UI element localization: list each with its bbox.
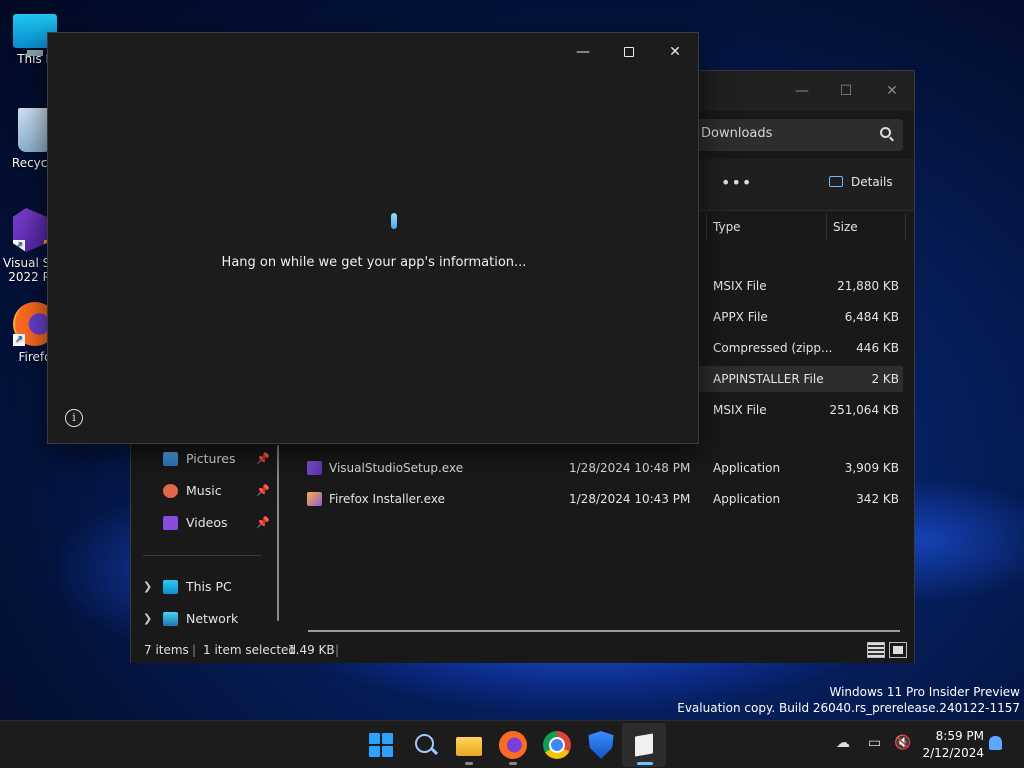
firefox-taskbar-icon[interactable]	[499, 731, 527, 759]
file-type: Compressed (zipp...	[713, 341, 833, 355]
file-name: Firefox Installer.exe	[329, 492, 445, 506]
search-icon[interactable]	[412, 731, 440, 759]
explorer-minimize-button[interactable]: —	[779, 77, 825, 105]
clock-date: 2/12/2024	[922, 746, 984, 760]
nav-label: Music	[186, 483, 222, 498]
explorer-close-button[interactable]: ✕	[869, 77, 915, 105]
chevron-right-icon[interactable]: ❯	[143, 573, 152, 601]
music-icon	[163, 484, 178, 498]
taskbar: ☁ ▭ 🔇 8:59 PM 2/12/2024	[0, 720, 1024, 768]
file-type: APPINSTALLER File	[713, 372, 824, 386]
file-date: 1/28/2024 10:48 PM	[569, 461, 691, 475]
column-header-size[interactable]: Size	[826, 214, 906, 240]
file-row[interactable]: Firefox Installer.exe 1/28/2024 10:43 PM…	[301, 486, 903, 512]
pin-icon[interactable]: 📌	[256, 445, 270, 473]
nav-label: This PC	[186, 579, 232, 594]
status-selected: 1 item selected	[203, 643, 297, 657]
notification-bell-icon[interactable]	[989, 736, 1002, 750]
file-size: 342 KB	[856, 492, 899, 506]
details-pane-icon	[829, 176, 843, 187]
large-icons-view-button[interactable]	[889, 642, 907, 658]
nav-scrollbar[interactable]	[277, 445, 279, 621]
app-installer-taskbar-icon[interactable]	[630, 731, 658, 759]
network-icon	[163, 612, 178, 626]
network-status-icon[interactable]: ▭	[868, 735, 881, 751]
file-size: 446 KB	[856, 341, 899, 355]
status-selected-size: 1.49 KB	[288, 643, 335, 657]
security-shield-taskbar-icon[interactable]	[588, 731, 614, 759]
nav-item-pictures[interactable]: Pictures 📌	[141, 445, 271, 473]
nav-item-this-pc[interactable]: ❯ This PC	[141, 573, 271, 601]
clock-time: 8:59 PM	[935, 729, 984, 743]
loading-message: Hang on while we get your app's informat…	[221, 255, 527, 270]
status-separator: |	[192, 643, 197, 657]
shortcut-arrow-icon: ↗	[13, 334, 25, 346]
nav-item-network[interactable]: ❯ Network	[141, 605, 271, 633]
chrome-taskbar-icon[interactable]	[543, 731, 571, 759]
watermark-edition: Windows 11 Pro Insider Preview	[829, 685, 1020, 699]
maximize-icon	[624, 47, 634, 57]
address-current-folder: Downloads	[701, 126, 773, 141]
info-icon[interactable]: i	[65, 409, 83, 427]
firefox-installer-file-icon	[307, 492, 322, 506]
dialog-minimize-button[interactable]: —	[560, 37, 606, 67]
file-size: 6,484 KB	[844, 310, 899, 324]
nav-item-music[interactable]: Music 📌	[141, 477, 271, 505]
videos-icon	[163, 516, 178, 530]
start-button[interactable]	[367, 731, 395, 759]
volume-muted-icon[interactable]: 🔇	[894, 735, 911, 751]
nav-label: Pictures	[186, 451, 236, 466]
file-size: 251,064 KB	[829, 403, 899, 417]
running-indicator	[465, 762, 473, 765]
chevron-right-icon[interactable]: ❯	[143, 605, 152, 633]
system-clock[interactable]: 8:59 PM 2/12/2024	[920, 728, 984, 762]
pictures-icon	[163, 452, 178, 466]
this-pc-icon	[163, 580, 178, 594]
pin-icon[interactable]: 📌	[256, 509, 270, 537]
evaluation-watermark: Windows 11 Pro Insider Preview Evaluatio…	[677, 684, 1020, 716]
status-separator: |	[335, 643, 340, 657]
details-pane-button[interactable]: Details	[829, 175, 893, 189]
dialog-maximize-button[interactable]	[606, 37, 652, 67]
address-bar[interactable]: Downloads	[691, 119, 903, 151]
shortcut-arrow-icon: ↗	[13, 240, 25, 252]
file-row[interactable]: VisualStudioSetup.exe 1/28/2024 10:48 PM…	[301, 455, 903, 481]
cloud-offline-icon[interactable]: ☁	[836, 735, 850, 751]
app-installer-dialog: — ✕ Hang on while we get your app's info…	[47, 32, 699, 444]
nav-label: Videos	[186, 515, 228, 530]
nav-item-videos[interactable]: Videos 📌	[141, 509, 271, 537]
horizontal-scrollbar[interactable]	[308, 630, 900, 632]
details-view-button[interactable]	[867, 642, 885, 658]
nav-label: Network	[186, 611, 239, 626]
file-explorer-taskbar-icon[interactable]	[455, 731, 483, 759]
search-icon[interactable]	[880, 127, 891, 138]
loading-spinner-icon	[391, 213, 397, 229]
column-header-type[interactable]: Type	[706, 214, 826, 240]
file-type: MSIX File	[713, 403, 767, 417]
file-size: 3,909 KB	[844, 461, 899, 475]
watermark-build: Evaluation copy. Build 26040.rs_prerelea…	[677, 701, 1020, 715]
nav-divider	[143, 555, 261, 556]
file-type: MSIX File	[713, 279, 767, 293]
see-more-button[interactable]: •••	[721, 173, 752, 192]
file-type: APPX File	[713, 310, 768, 324]
explorer-maximize-button[interactable]: ☐	[823, 77, 869, 105]
file-date: 1/28/2024 10:43 PM	[569, 492, 691, 506]
file-size: 21,880 KB	[837, 279, 899, 293]
details-label: Details	[851, 175, 893, 189]
file-type: Application	[713, 492, 781, 506]
file-name: VisualStudioSetup.exe	[329, 461, 464, 475]
status-item-count: 7 items	[144, 643, 189, 657]
pin-icon[interactable]: 📌	[256, 477, 270, 505]
running-indicator	[509, 762, 517, 765]
file-type: Application	[713, 461, 781, 475]
file-size: 2 KB	[871, 372, 899, 386]
active-indicator	[637, 762, 653, 765]
dialog-close-button[interactable]: ✕	[652, 37, 698, 67]
status-bar: 7 items | 1 item selected 1.49 KB |	[131, 637, 914, 663]
visual-studio-file-icon	[307, 461, 322, 475]
